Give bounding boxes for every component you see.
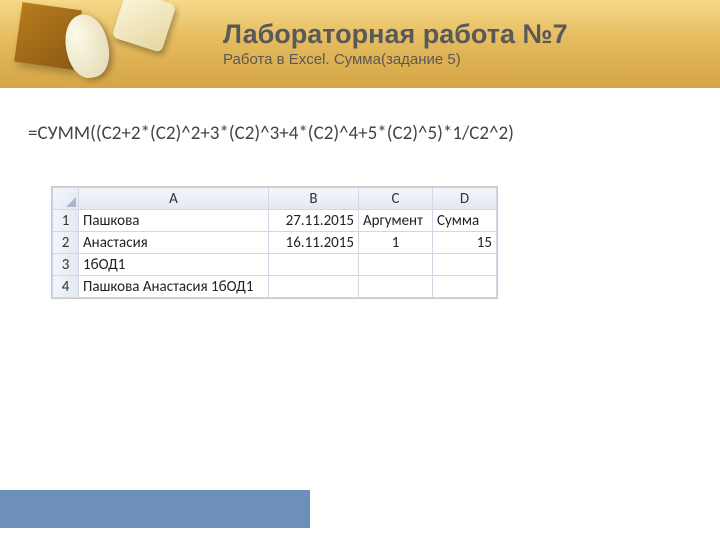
cell[interactable]: 1бОД1: [79, 254, 269, 276]
cell[interactable]: [433, 254, 497, 276]
row-header[interactable]: 1: [53, 210, 79, 232]
cell[interactable]: [359, 254, 433, 276]
select-all-corner[interactable]: [53, 188, 79, 210]
cell[interactable]: [269, 276, 359, 298]
cell[interactable]: [269, 254, 359, 276]
keyboard-key-icon: [112, 0, 177, 53]
cell[interactable]: Пашкова Анастасия 1бОД1: [79, 276, 269, 298]
page-title: Лабораторная работа №7: [223, 20, 720, 50]
footer-accent-bar: [0, 490, 310, 528]
table-row: 4 Пашкова Анастасия 1бОД1: [53, 276, 497, 298]
table-row: 1 Пашкова 27.11.2015 Аргумент Сумма: [53, 210, 497, 232]
column-header-C[interactable]: C: [359, 188, 433, 210]
cell[interactable]: Анастасия: [79, 232, 269, 254]
cell[interactable]: Аргумент: [359, 210, 433, 232]
cell[interactable]: [433, 276, 497, 298]
excel-grid: A B C D 1 Пашкова 27.11.2015 Аргумент Су…: [52, 187, 497, 298]
cell[interactable]: 27.11.2015: [269, 210, 359, 232]
formula-bar-text: =СУММ((C2+2*(C2)^2+3*(C2)^3+4*(C2)^4+5*(…: [28, 122, 720, 145]
row-header[interactable]: 2: [53, 232, 79, 254]
row-header[interactable]: 4: [53, 276, 79, 298]
cell[interactable]: 15: [433, 232, 497, 254]
table-row: 3 1бОД1: [53, 254, 497, 276]
title-block: Лабораторная работа №7 Работа в Excel. С…: [195, 20, 720, 69]
column-header-B[interactable]: B: [269, 188, 359, 210]
header-decoration: [0, 0, 195, 88]
row-header[interactable]: 3: [53, 254, 79, 276]
page-subtitle: Работа в Excel. Сумма(задание 5): [223, 51, 720, 68]
slide-header: Лабораторная работа №7 Работа в Excel. С…: [0, 0, 720, 88]
cell[interactable]: 16.11.2015: [269, 232, 359, 254]
table-row: 2 Анастасия 16.11.2015 1 15: [53, 232, 497, 254]
cell[interactable]: 1: [359, 232, 433, 254]
column-header-D[interactable]: D: [433, 188, 497, 210]
cell[interactable]: Сумма: [433, 210, 497, 232]
column-header-A[interactable]: A: [79, 188, 269, 210]
cell[interactable]: Пашкова: [79, 210, 269, 232]
cell[interactable]: [359, 276, 433, 298]
